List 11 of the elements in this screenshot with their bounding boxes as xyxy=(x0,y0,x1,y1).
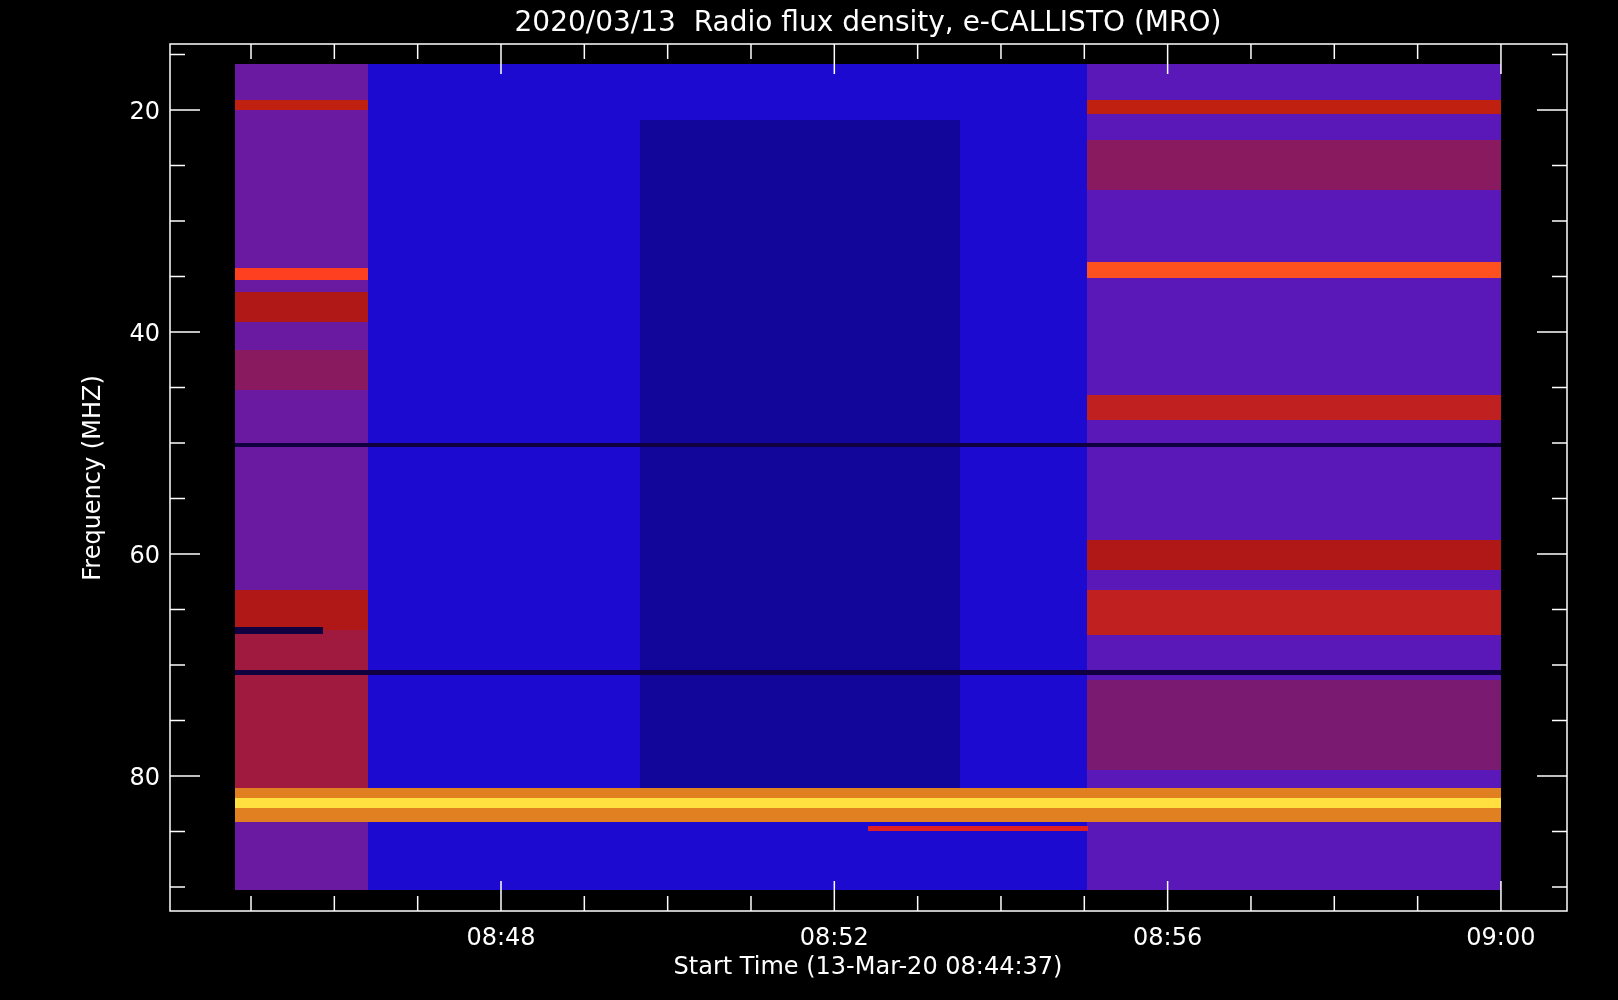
tick-label: 09:00 xyxy=(1466,923,1536,951)
tick-label: 20 xyxy=(129,97,160,125)
chart-title: 2020/03/13 Radio flux density, e-CALLISTO (MRO) xyxy=(514,5,1222,38)
tick-label: 08:48 xyxy=(466,923,536,951)
tick-label: 80 xyxy=(129,763,160,791)
axis-label: Frequency (MHZ) xyxy=(78,375,106,581)
tick-label: 08:52 xyxy=(799,923,869,951)
axis-label: Start Time (13-Mar-20 08:44:37) xyxy=(673,952,1063,980)
tick-label: 40 xyxy=(129,319,160,347)
tick-label: 08:56 xyxy=(1133,923,1203,951)
tick-label: 60 xyxy=(129,541,160,569)
